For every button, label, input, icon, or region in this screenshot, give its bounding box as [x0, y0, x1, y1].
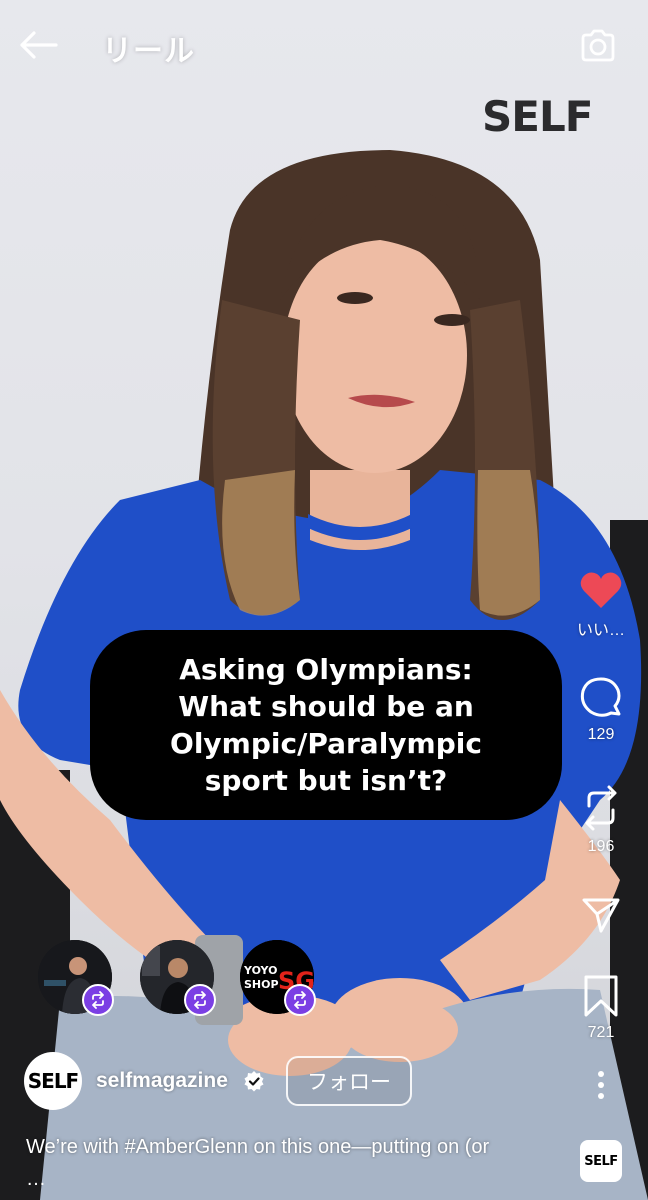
caption-more[interactable]: …: [26, 1168, 46, 1191]
remix-icon: [194, 991, 206, 1009]
caption-suffix: on this one—putting on (or: [247, 1136, 490, 1158]
remix-badge: [184, 984, 216, 1016]
yoyoshop-line1: YOYO: [243, 964, 277, 977]
more-options-button[interactable]: [568, 1070, 634, 1100]
heart-filled-icon: [580, 572, 622, 608]
remix-badge: [82, 984, 114, 1016]
video-frame: [0, 150, 648, 1200]
post-caption[interactable]: We’re with #AmberGlenn on this one—putti…: [26, 1136, 566, 1159]
video-headline-text: Asking Olympians: What should be an Olym…: [170, 653, 482, 797]
comment-bubble-icon: [580, 677, 621, 717]
video-watermark: SELF: [482, 92, 593, 141]
like-button[interactable]: いい…: [568, 570, 634, 640]
top-bar: リール: [0, 0, 648, 96]
audio-thumb-text: SELF: [584, 1153, 618, 1169]
verified-badge-icon: [244, 1071, 264, 1092]
remix-icon: [294, 991, 306, 1009]
yoyoshop-line2: SHOP: [244, 978, 279, 991]
repost-icon: [585, 785, 617, 831]
audio-track-thumbnail[interactable]: SELF: [580, 1140, 622, 1182]
save-button[interactable]: 721: [568, 974, 634, 1042]
share-button[interactable]: [568, 896, 634, 934]
more-vertical-icon: [598, 1071, 604, 1099]
video-headline: Asking Olympians: What should be an Olym…: [90, 630, 562, 820]
bookmark-icon: [584, 975, 618, 1017]
arrow-left-icon: [20, 31, 58, 59]
video-player[interactable]: [0, 0, 648, 1200]
save-count: 721: [587, 1024, 615, 1041]
author-avatar[interactable]: SELF: [24, 1052, 82, 1110]
author-username[interactable]: selfmagazine: [96, 1069, 228, 1093]
remix-icon: [92, 991, 104, 1009]
like-label: いい…: [576, 622, 625, 639]
repost-button[interactable]: 196: [568, 784, 634, 856]
page-title: リール: [102, 35, 195, 68]
camera-icon: [581, 29, 615, 62]
author-avatar-text: SELF: [27, 1069, 79, 1093]
remix-badge: [284, 984, 316, 1016]
paper-plane-icon: [582, 898, 620, 933]
follow-button[interactable]: フォロー: [286, 1056, 412, 1106]
comment-button[interactable]: 129: [568, 676, 634, 744]
back-button[interactable]: [16, 26, 60, 64]
caption-prefix: We’re with: [26, 1136, 125, 1158]
comment-count: 129: [587, 726, 615, 743]
camera-button[interactable]: [576, 24, 620, 68]
caption-hashtag[interactable]: #AmberGlenn: [125, 1136, 248, 1158]
repost-count: 196: [587, 838, 615, 855]
